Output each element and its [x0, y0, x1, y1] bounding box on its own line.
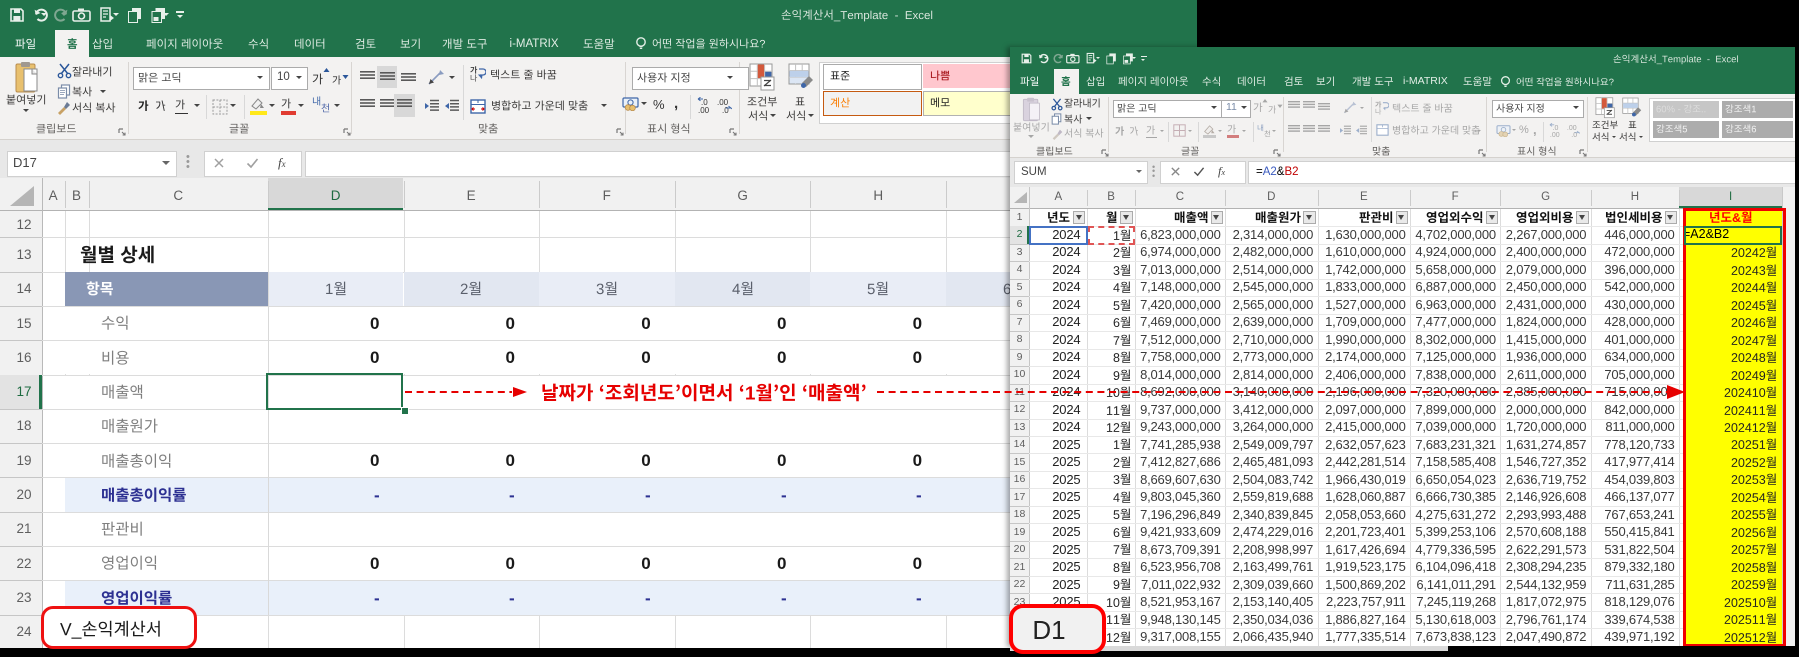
svg-text:.00: .00 [1567, 125, 1577, 132]
svg-text:.00: .00 [698, 106, 710, 114]
svg-text:.0: .0 [722, 106, 729, 114]
svg-text:.00: .00 [1550, 132, 1560, 138]
svg-text:.0: .0 [1553, 125, 1559, 132]
